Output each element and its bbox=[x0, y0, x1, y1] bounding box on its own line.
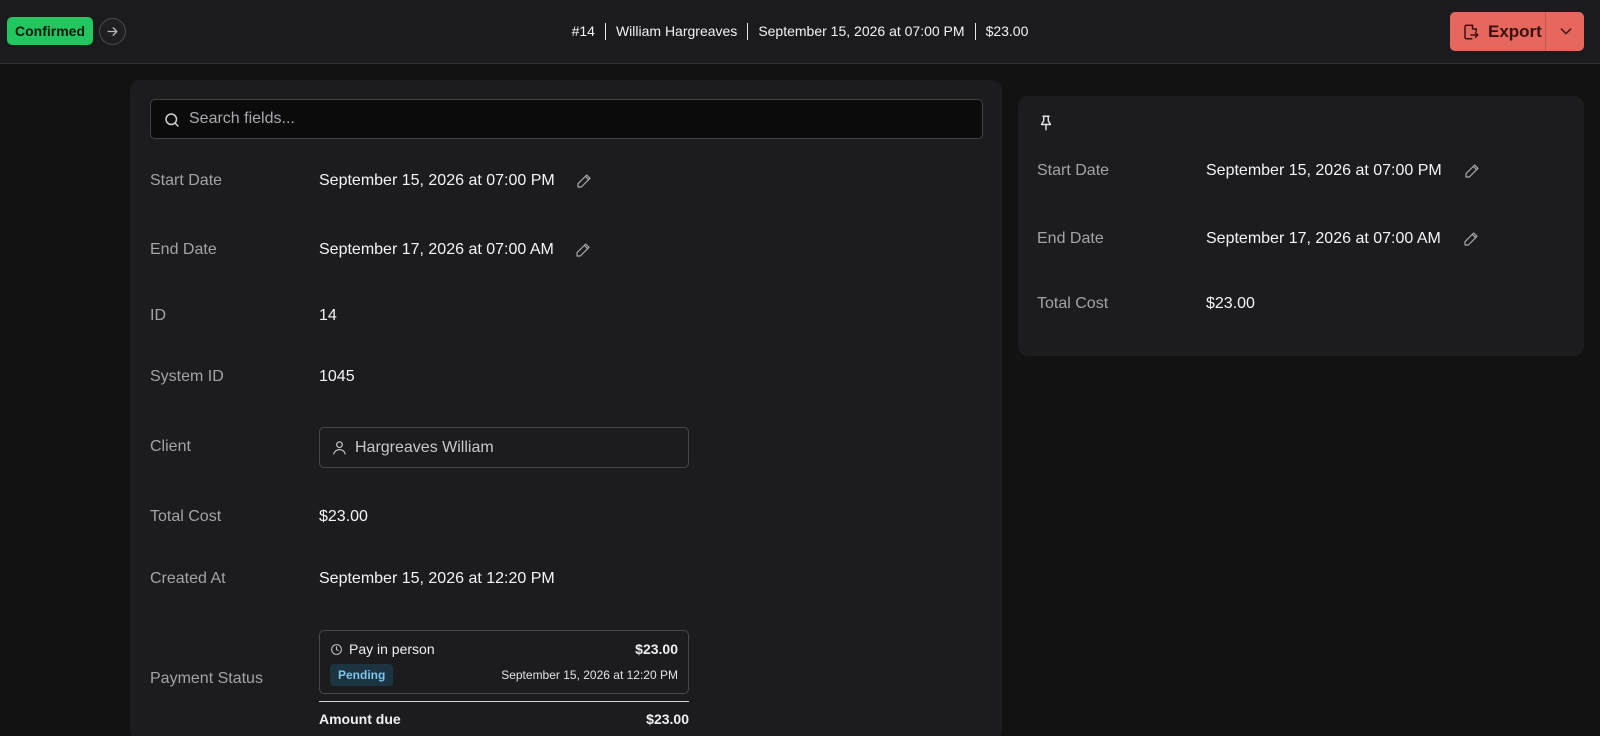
pinned-end-date-label: End Date bbox=[1037, 230, 1104, 247]
pinned-panel: Start Date September 15, 2026 at 07:00 P… bbox=[1018, 96, 1584, 356]
total-cost-value: $23.00 bbox=[319, 508, 368, 525]
chevron-down-icon[interactable] bbox=[1556, 21, 1576, 41]
pinned-total-cost-value: $23.00 bbox=[1206, 295, 1255, 312]
client-name: Hargreaves William bbox=[355, 439, 494, 456]
pinned-start-date-value: September 15, 2026 at 07:00 PM bbox=[1206, 162, 1442, 179]
pencil-icon[interactable] bbox=[1464, 163, 1480, 179]
top-bar: Confirmed #14 William Hargreaves Septemb… bbox=[0, 0, 1600, 64]
pencil-icon[interactable] bbox=[1463, 231, 1479, 247]
pencil-icon[interactable] bbox=[575, 242, 591, 258]
payment-card[interactable]: Pay in person $23.00 Pending September 1… bbox=[319, 630, 689, 694]
details-panel: Start Date September 15, 2026 at 07:00 P… bbox=[130, 80, 1002, 736]
pin-icon[interactable] bbox=[1037, 114, 1055, 132]
summary-divider bbox=[974, 22, 976, 40]
amount-due-value: $23.00 bbox=[646, 711, 689, 727]
search-input[interactable] bbox=[189, 100, 969, 138]
end-date-value: September 17, 2026 at 07:00 AM bbox=[319, 241, 554, 258]
pinned-end-date-value: September 17, 2026 at 07:00 AM bbox=[1206, 230, 1441, 247]
created-at-label: Created At bbox=[150, 570, 226, 587]
pinned-start-date-label: Start Date bbox=[1037, 162, 1110, 179]
search-icon bbox=[165, 113, 179, 127]
client-link[interactable]: Hargreaves William bbox=[319, 427, 689, 468]
summary-id: #14 bbox=[571, 23, 595, 39]
start-date-value: September 15, 2026 at 07:00 PM bbox=[319, 172, 555, 189]
divider bbox=[319, 701, 689, 702]
pencil-icon[interactable] bbox=[576, 173, 592, 189]
summary-divider bbox=[747, 22, 749, 40]
payment-date: September 15, 2026 at 12:20 PM bbox=[501, 668, 678, 682]
booking-summary: #14 William Hargreaves September 15, 202… bbox=[0, 20, 1600, 42]
export-divider bbox=[1545, 12, 1546, 51]
summary-divider bbox=[604, 22, 606, 40]
total-cost-label: Total Cost bbox=[150, 508, 222, 525]
system-id-label: System ID bbox=[150, 368, 224, 385]
id-label: ID bbox=[150, 307, 166, 324]
export-file-icon bbox=[1462, 22, 1482, 42]
export-button[interactable]: Export bbox=[1450, 12, 1584, 51]
user-icon bbox=[333, 441, 346, 455]
summary-start: September 15, 2026 at 07:00 PM bbox=[758, 23, 965, 39]
summary-total: $23.00 bbox=[985, 23, 1029, 39]
payment-status-label: Payment Status bbox=[150, 670, 263, 687]
pinned-total-cost-label: Total Cost bbox=[1037, 295, 1109, 312]
end-date-label: End Date bbox=[150, 241, 217, 258]
payment-amount: $23.00 bbox=[635, 641, 678, 657]
id-value: 14 bbox=[319, 307, 337, 324]
created-at-value: September 15, 2026 at 12:20 PM bbox=[319, 570, 555, 587]
search-box[interactable] bbox=[150, 99, 983, 139]
clock-icon bbox=[331, 644, 342, 655]
export-label: Export bbox=[1488, 21, 1542, 41]
system-id-value: 1045 bbox=[319, 368, 355, 385]
start-date-label: Start Date bbox=[150, 172, 223, 189]
payment-method: Pay in person bbox=[349, 641, 435, 657]
client-label: Client bbox=[150, 438, 191, 455]
payment-state-badge: Pending bbox=[330, 664, 394, 686]
summary-client: William Hargreaves bbox=[615, 23, 738, 39]
